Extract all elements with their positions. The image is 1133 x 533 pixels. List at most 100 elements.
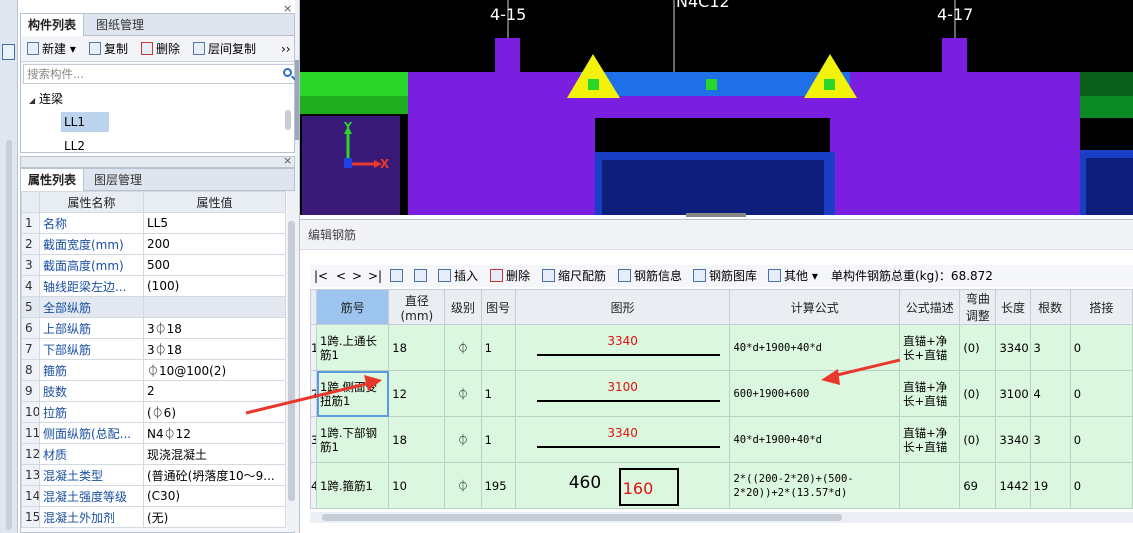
property-value[interactable]: ⏀10@100(2): [143, 359, 286, 381]
figure-no-cell[interactable]: 1: [480, 370, 516, 417]
delete-button[interactable]: 删除: [141, 36, 180, 62]
property-row[interactable]: 8 箍筋 ⏀10@100(2): [21, 359, 286, 381]
property-row[interactable]: 6 上部纵筋 3⏀18: [21, 317, 286, 339]
first-record-button[interactable]: |<: [314, 265, 328, 287]
move-down-button[interactable]: [414, 265, 430, 287]
search-input[interactable]: 搜索构件...: [23, 64, 295, 84]
diameter-cell[interactable]: 12: [388, 370, 446, 417]
rebar-name-cell[interactable]: 1跨.箍筋1: [316, 462, 390, 509]
lap-cell[interactable]: 0: [1069, 324, 1133, 371]
figure-no-cell[interactable]: 1: [480, 416, 516, 463]
property-value[interactable]: (⏀6): [143, 401, 286, 423]
grid-column-header[interactable]: 筋号: [316, 289, 390, 325]
property-row[interactable]: 15 混凝土外加剂 (无): [21, 506, 286, 528]
property-value[interactable]: 3⏀18: [143, 317, 286, 339]
copy-button[interactable]: 复制: [89, 36, 128, 62]
length-cell[interactable]: 3340: [995, 416, 1031, 463]
property-row[interactable]: 12 材质 现浇混凝土: [21, 443, 286, 465]
lap-cell[interactable]: 0: [1069, 370, 1133, 417]
grid-column-header[interactable]: 直径(mm): [388, 289, 446, 325]
figure-no-cell[interactable]: 195: [480, 462, 516, 509]
property-value[interactable]: 200: [143, 233, 286, 255]
tree-item-ll1[interactable]: LL1: [61, 112, 109, 132]
property-value[interactable]: [143, 296, 286, 318]
property-value[interactable]: LL5: [143, 212, 286, 234]
component-panel-close[interactable]: ×: [283, 2, 292, 15]
count-cell[interactable]: 3: [1029, 416, 1071, 463]
property-panel-close[interactable]: ×: [283, 154, 292, 167]
tab-layer-management[interactable]: 图层管理: [87, 169, 149, 191]
grid-column-header[interactable]: 图形: [514, 289, 731, 325]
bend-adjust-cell[interactable]: (0): [959, 370, 997, 417]
property-row[interactable]: 9 肢数 2: [21, 380, 286, 402]
3d-viewport[interactable]: 4-15 N4C12 4-17 Y X: [300, 0, 1133, 215]
splitter-handle[interactable]: [295, 60, 299, 140]
rebar-row[interactable]: 41跨.箍筋110⏀1954601602*((200-2*20)+(500-2*…: [309, 462, 1133, 509]
length-cell[interactable]: 3100: [995, 370, 1031, 417]
property-row[interactable]: 10 拉筋 (⏀6): [21, 401, 286, 423]
rebar-name-cell[interactable]: 1跨.下部钢筋1: [316, 416, 390, 463]
tab-drawing-management[interactable]: 图纸管理: [89, 14, 151, 36]
property-row[interactable]: 1 名称 LL5: [21, 212, 286, 234]
lap-cell[interactable]: 0: [1069, 462, 1133, 509]
grid-column-header[interactable]: 图号: [480, 289, 516, 325]
floor-copy-button[interactable]: 层间复制: [193, 36, 256, 62]
formula-desc-cell[interactable]: 直锚+净长+直锚: [899, 370, 961, 417]
figure-no-cell[interactable]: 1: [480, 324, 516, 371]
other-menu-button[interactable]: 其他 ▾: [768, 265, 818, 287]
count-cell[interactable]: 19: [1029, 462, 1071, 509]
grid-column-header[interactable]: 级别: [444, 289, 482, 325]
new-button[interactable]: 新建 ▾: [27, 36, 76, 62]
grade-cell[interactable]: ⏀: [444, 370, 482, 417]
diameter-cell[interactable]: 10: [388, 462, 446, 509]
property-value[interactable]: (100): [143, 275, 286, 297]
grid-column-header[interactable]: 公式描述: [899, 289, 961, 325]
grade-cell[interactable]: ⏀: [444, 324, 482, 371]
property-value[interactable]: 3⏀18: [143, 338, 286, 360]
diameter-cell[interactable]: 18: [388, 416, 446, 463]
property-row[interactable]: 4 轴线距梁左边... (100): [21, 275, 286, 297]
insert-button[interactable]: 插入: [438, 265, 478, 287]
next-record-button[interactable]: >: [352, 265, 362, 287]
property-row[interactable]: 13 混凝土类型 (普通砼(坍落度10～9...: [21, 464, 286, 486]
move-up-button[interactable]: [390, 265, 406, 287]
property-row[interactable]: 7 下部纵筋 3⏀18: [21, 338, 286, 360]
property-value[interactable]: (普通砼(坍落度10～9...: [143, 464, 286, 486]
grade-cell[interactable]: ⏀: [444, 416, 482, 463]
property-value[interactable]: N4⏀12: [143, 422, 286, 444]
property-value[interactable]: 500: [143, 254, 286, 276]
rebar-row[interactable]: 3 1跨.下部钢筋118⏀1 3340 40*d+1900+40*d直锚+净长+直锚(…: [309, 416, 1133, 463]
formula-cell[interactable]: 40*d+1900+40*d: [729, 416, 901, 463]
grid-column-header[interactable]: 计算公式: [729, 289, 901, 325]
rebar-info-button[interactable]: 钢筋信息: [618, 265, 682, 287]
rebar-row[interactable]: 21跨.侧面受扭筋112⏀13100600+1900+600直锚+净长+直锚(0…: [309, 370, 1133, 417]
delete-row-button[interactable]: 删除: [490, 265, 530, 287]
property-row[interactable]: 3 截面高度(mm) 500: [21, 254, 286, 276]
tab-property-list[interactable]: 属性列表: [21, 169, 85, 191]
property-row[interactable]: 2 截面宽度(mm) 200: [21, 233, 286, 255]
property-row[interactable]: 11 侧面纵筋(总配... N4⏀12: [21, 422, 286, 444]
left-strip-scrollbar[interactable]: [6, 140, 12, 530]
shape-cell[interactable]: 460 160: [514, 462, 731, 509]
shape-cell[interactable]: 3100: [514, 370, 731, 417]
grid-horizontal-scroll-thumb[interactable]: [322, 514, 842, 521]
rebar-library-button[interactable]: 钢筋图库: [693, 265, 757, 287]
viewport-scroll-handle[interactable]: [686, 213, 746, 217]
grid-column-header[interactable]: 弯曲调整: [959, 289, 997, 325]
tree-scrollbar[interactable]: [285, 110, 291, 130]
toolbar-more-button[interactable]: ››: [281, 36, 291, 62]
bend-adjust-cell[interactable]: 69: [959, 462, 997, 509]
bend-adjust-cell[interactable]: (0): [959, 416, 997, 463]
property-value[interactable]: 2: [143, 380, 286, 402]
tree-item-ll2[interactable]: LL2: [64, 136, 85, 156]
rebar-row[interactable]: 11跨.上通长筋118⏀1334040*d+1900+40*d直锚+净长+直锚(…: [309, 324, 1133, 371]
property-scroll-thumb[interactable]: [288, 221, 295, 501]
last-record-button[interactable]: >|: [368, 265, 382, 287]
grid-column-header[interactable]: 长度: [995, 289, 1031, 325]
search-icon[interactable]: [283, 68, 292, 77]
tree-toggle-icon[interactable]: ◢: [29, 96, 35, 105]
bend-adjust-cell[interactable]: (0): [959, 324, 997, 371]
grid-column-header[interactable]: 搭接: [1069, 289, 1133, 325]
property-row[interactable]: 5 全部纵筋: [21, 296, 286, 318]
prev-record-button[interactable]: <: [336, 265, 346, 287]
